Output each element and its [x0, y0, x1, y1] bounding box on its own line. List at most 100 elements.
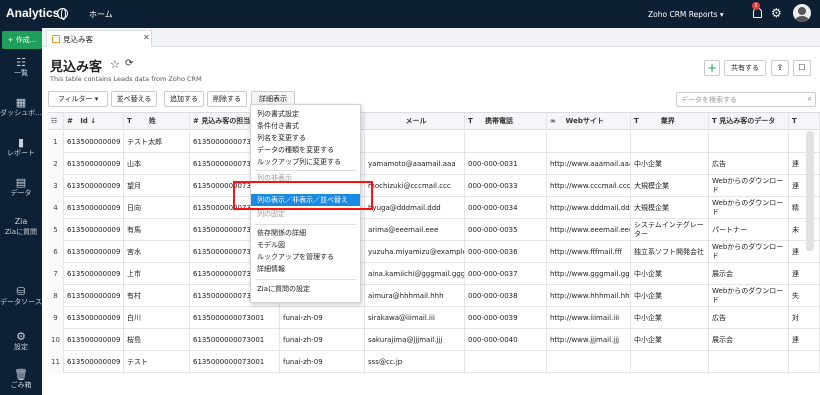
filter-button[interactable]: フィルター ▾ [48, 91, 108, 107]
industry-cell[interactable]: 中小企業 [631, 263, 709, 285]
header-status[interactable]: T [789, 113, 820, 130]
owner-cell[interactable]: 6135000000073001 [190, 329, 280, 351]
email-cell[interactable]: yamamoto@aaamail.aaa [365, 153, 465, 175]
id-cell[interactable]: 613500000009 [64, 175, 124, 197]
owner-name-cell[interactable]: funai-zh-09 [280, 351, 365, 373]
avatar[interactable] [793, 4, 811, 22]
menu-item-column-format[interactable]: 列の書式設定 [251, 108, 360, 120]
mobile-cell[interactable]: 000-000-0034 [465, 197, 547, 219]
table-row[interactable]: 3 613500000009 望月 6135000000073 mochizuki@cc… [48, 175, 820, 197]
search-input[interactable]: データを検索する ⌕ [676, 92, 816, 107]
menu-item-dependencies[interactable]: 依存関係の詳細 [251, 227, 360, 239]
row-number[interactable]: 7 [48, 263, 64, 285]
website-cell[interactable]: http://www.cccmail.ccc [547, 175, 631, 197]
owner-name-cell[interactable]: funai-zh-09 [280, 329, 365, 351]
industry-cell[interactable]: 中小企業 [631, 285, 709, 307]
mobile-cell[interactable]: 000-000-0039 [465, 307, 547, 329]
table-row[interactable]: 10 613500000009 桜島 6135000000073001 funai-zh… [48, 329, 820, 351]
row-number[interactable]: 3 [48, 175, 64, 197]
table-row[interactable]: 6 613500000009 宮水 6135000000073 yuzuha.miyam… [48, 241, 820, 263]
email-cell[interactable] [365, 131, 465, 153]
header-industry[interactable]: T 業界 [631, 113, 709, 130]
lead-source-cell[interactable]: パートナー [709, 219, 789, 241]
website-cell[interactable]: http://www.iiimail.iii [547, 307, 631, 329]
status-cell[interactable]: 連 [789, 153, 820, 175]
menu-item-zia-settings[interactable]: Ziaに質問の設定 [251, 283, 360, 295]
status-cell[interactable]: 精 [789, 197, 820, 219]
row-number[interactable]: 9 [48, 307, 64, 329]
status-cell[interactable] [789, 131, 820, 153]
sidebar-item-zia[interactable]: Zia Ziaに質問 [0, 215, 42, 237]
last-name-cell[interactable]: 白川 [124, 307, 190, 329]
table-row[interactable]: 11 613500000009 テスト 6135000000073001 funai-z… [48, 351, 820, 373]
table-row[interactable]: 4 613500000009 日向 6135000000073 hyuga@dddmai… [48, 197, 820, 219]
id-cell[interactable]: 613500000009 [64, 219, 124, 241]
menu-item-rename-column[interactable]: 列名を変更する [251, 132, 360, 144]
sort-button[interactable]: 並べ替える [111, 91, 157, 107]
header-email[interactable]: メール [365, 113, 465, 130]
row-number[interactable]: 4 [48, 197, 64, 219]
industry-cell[interactable]: 中小企業 [631, 153, 709, 175]
industry-cell[interactable]: 中小企業 [631, 329, 709, 351]
last-name-cell[interactable]: 有村 [124, 285, 190, 307]
search-icon[interactable]: ⌕ [808, 94, 812, 104]
sidebar-item-trash[interactable]: 🗑 ごみ箱 [0, 368, 42, 390]
row-number[interactable]: 8 [48, 285, 64, 307]
comment-icon[interactable]: ☐ [793, 60, 811, 76]
reports-menu[interactable]: Zoho CRM Reports [648, 10, 724, 19]
industry-cell[interactable]: システムインテグレーター [631, 219, 709, 241]
email-cell[interactable]: hyuga@dddmail.ddd [365, 197, 465, 219]
website-cell[interactable]: http://www.hhhmail.hhh [547, 285, 631, 307]
mobile-cell[interactable] [465, 351, 547, 373]
website-cell[interactable] [547, 131, 631, 153]
menu-item-lookup-column[interactable]: ルックアップ列に変更する [251, 156, 360, 168]
add-button[interactable]: 追加する [164, 91, 204, 107]
close-icon[interactable]: ✕ [143, 33, 150, 42]
id-cell[interactable]: 613500000009 [64, 307, 124, 329]
header-id[interactable]: # Id ↓ [64, 113, 124, 130]
header-website[interactable]: ∞ Webサイト [547, 113, 631, 130]
status-cell[interactable]: 未 [789, 219, 820, 241]
header-last-name[interactable]: T 姓 [124, 113, 190, 130]
industry-cell[interactable] [631, 131, 709, 153]
home-link[interactable]: ホーム [89, 9, 113, 20]
lead-source-cell[interactable]: 広告 [709, 153, 789, 175]
new-button[interactable]: + 作成... [2, 31, 42, 49]
row-number[interactable]: 5 [48, 219, 64, 241]
row-number[interactable]: 1 [48, 131, 64, 153]
table-row[interactable]: 9 613500000009 白川 6135000000073001 funai-zh-… [48, 307, 820, 329]
website-cell[interactable] [547, 351, 631, 373]
mobile-cell[interactable]: 000-000-0031 [465, 153, 547, 175]
export-icon[interactable]: ⇪ [771, 60, 789, 76]
last-name-cell[interactable]: 上市 [124, 263, 190, 285]
id-cell[interactable]: 613500000009 [64, 285, 124, 307]
lead-source-cell[interactable]: 広告 [709, 307, 789, 329]
lead-source-cell[interactable] [709, 131, 789, 153]
header-lead-source[interactable]: T 見込み客のデータ [709, 113, 789, 130]
owner-cell[interactable]: 6135000000073001 [190, 307, 280, 329]
sidebar-item-data[interactable]: ▤ データ [0, 176, 42, 198]
status-cell[interactable]: 対 [789, 307, 820, 329]
status-cell[interactable]: 連 [789, 263, 820, 285]
email-cell[interactable]: aina.kamiichi@gggmail.ggg [365, 263, 465, 285]
email-cell[interactable]: mochizuki@cccmail.ccc [365, 175, 465, 197]
owner-cell[interactable]: 6135000000073001 [190, 351, 280, 373]
delete-button[interactable]: 削除する [207, 91, 247, 107]
refresh-icon[interactable]: ⟳ [125, 58, 133, 69]
industry-cell[interactable]: 中小企業 [631, 307, 709, 329]
website-cell[interactable]: http://www.aaamail.aaa [547, 153, 631, 175]
mobile-cell[interactable]: 000-000-0038 [465, 285, 547, 307]
sidebar-item-dashboard[interactable]: ▦ ダッシュボ... [0, 96, 42, 118]
share-button[interactable]: 共有する [724, 60, 766, 76]
last-name-cell[interactable]: 宮水 [124, 241, 190, 263]
last-name-cell[interactable]: 桜島 [124, 329, 190, 351]
header-mobile[interactable]: T 携帯電話 [465, 113, 547, 130]
row-menu-icon[interactable]: ☷ [48, 113, 64, 130]
last-name-cell[interactable]: 日向 [124, 197, 190, 219]
status-cell[interactable]: 連 [789, 175, 820, 197]
app-title[interactable]: Analytics [6, 6, 59, 20]
table-row[interactable]: 2 613500000009 山本 6135000000073 yamamoto@aaa… [48, 153, 820, 175]
lead-source-cell[interactable]: Webからのダウンロード [709, 175, 789, 197]
owner-name-cell[interactable]: funai-zh-09 [280, 307, 365, 329]
lead-source-cell[interactable]: 展示会 [709, 263, 789, 285]
